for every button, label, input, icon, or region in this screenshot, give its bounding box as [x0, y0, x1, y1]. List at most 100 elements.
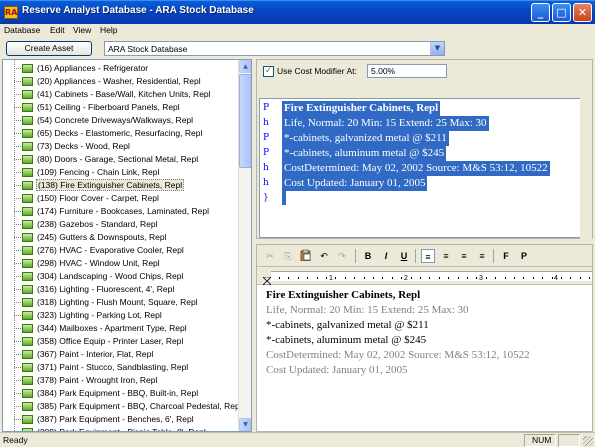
- tree-item[interactable]: (80) Doors - Garage, Sectional Metal, Re…: [3, 153, 240, 166]
- ruler-tick: [373, 277, 374, 279]
- asset-icon: [22, 389, 33, 398]
- cost-modifier-input[interactable]: 5.00%: [367, 64, 447, 78]
- tree-item-label: (65) Decks - Elastomeric, Resurfacing, R…: [37, 128, 203, 138]
- tree-branch-line: [14, 341, 21, 342]
- align-left-icon[interactable]: ≡: [421, 249, 435, 263]
- paste-icon[interactable]: [299, 249, 313, 263]
- tree-item[interactable]: (109) Fencing - Chain Link, Repl: [3, 166, 240, 179]
- tree-item[interactable]: (385) Park Equipment - BBQ, Charcoal Ped…: [3, 400, 242, 413]
- tree-branch-line: [14, 159, 21, 160]
- tree-item-label: (387) Park Equipment - Benches, 6', Repl: [37, 414, 194, 424]
- close-button[interactable]: ✕: [573, 3, 592, 22]
- tree-item[interactable]: (73) Decks - Wood, Repl: [3, 140, 240, 153]
- asset-icon: [22, 259, 33, 268]
- tree-item[interactable]: (150) Floor Cover - Carpet, Repl: [3, 192, 240, 205]
- create-asset-button[interactable]: Create Asset: [6, 41, 92, 56]
- font-button[interactable]: F: [499, 249, 513, 263]
- asset-icon: [22, 116, 33, 125]
- document-body[interactable]: Fire Extinguisher Cabinets, Repl Life, N…: [257, 285, 592, 431]
- cut-icon[interactable]: ✂: [263, 249, 277, 263]
- tree-item[interactable]: (138) Fire Extinguisher Cabinets, Repl: [3, 179, 240, 192]
- tree-item[interactable]: (238) Gazebos - Standard, Repl: [3, 218, 240, 231]
- scroll-thumb[interactable]: [239, 74, 251, 168]
- tree-item[interactable]: (65) Decks - Elastomeric, Resurfacing, R…: [3, 127, 240, 140]
- menu-bar: Database Edit View Help: [0, 24, 595, 38]
- ruler-tick: [589, 277, 590, 279]
- tree-item-label: (385) Park Equipment - BBQ, Charcoal Ped…: [37, 401, 242, 411]
- undo-icon[interactable]: ↶: [317, 249, 331, 263]
- asset-icon: [22, 194, 33, 203]
- asset-icon: [22, 415, 33, 424]
- tree-item[interactable]: (323) Lighting - Parking Lot, Repl: [3, 309, 240, 322]
- tree-item-label: (384) Park Equipment - BBQ, Built-in, Re…: [37, 388, 199, 398]
- toolbar-separator: [493, 249, 494, 263]
- ruler-tick: [580, 277, 581, 279]
- chevron-down-icon[interactable]: ▼: [430, 42, 444, 55]
- ruler-number: 3: [479, 275, 483, 282]
- ruler[interactable]: 1 2 3 4: [257, 267, 592, 285]
- code-view[interactable]: P h P P h h } Fire Extinguisher Cabinets…: [259, 98, 582, 238]
- tree-item[interactable]: (276) HVAC - Evaporative Cooler, Repl: [3, 244, 240, 257]
- menu-edit[interactable]: Edit: [50, 25, 65, 35]
- cost-modifier-checkbox[interactable]: ✓: [263, 66, 274, 77]
- tree-item-label: (16) Appliances - Refrigerator: [37, 63, 149, 73]
- asset-icon: [22, 402, 33, 411]
- tree-item[interactable]: (371) Paint - Stucco, Sandblasting, Repl: [3, 361, 240, 374]
- indent-marker-icon[interactable]: [263, 277, 271, 285]
- menu-database[interactable]: Database: [4, 25, 40, 35]
- code-line: Cost Updated: January 01, 2005: [282, 176, 428, 191]
- tree-branch-line: [14, 302, 21, 303]
- tree-item[interactable]: (344) Mailboxes - Apartment Type, Repl: [3, 322, 240, 335]
- title-bar[interactable]: RA Reserve Analyst Database - ARA Stock …: [0, 0, 595, 24]
- tree-scrollbar[interactable]: ▲ ▼: [238, 60, 251, 431]
- tree-item[interactable]: (20) Appliances - Washer, Residential, R…: [3, 75, 240, 88]
- tree-item[interactable]: (245) Gutters & Downspouts, Repl: [3, 231, 240, 244]
- code-prefix: h: [263, 118, 269, 128]
- tree-item[interactable]: (174) Furniture - Bookcases, Laminated, …: [3, 205, 240, 218]
- italic-button[interactable]: I: [379, 249, 393, 263]
- scroll-down-arrow-icon[interactable]: ▼: [239, 418, 251, 431]
- tree-item[interactable]: (378) Paint - Wrought Iron, Repl: [3, 374, 240, 387]
- minimize-button[interactable]: _: [531, 3, 550, 22]
- redo-icon[interactable]: ↷: [335, 249, 349, 263]
- tree-branch-line: [14, 276, 21, 277]
- align-center-icon[interactable]: ≡: [439, 249, 453, 263]
- menu-view[interactable]: View: [73, 25, 91, 35]
- tree-item[interactable]: (318) Lighting - Flush Mount, Square, Re…: [3, 296, 240, 309]
- toolbar-separator: [415, 249, 416, 263]
- code-scroll-track: [580, 60, 592, 240]
- tree-item[interactable]: (316) Lighting - Fluorescent, 4', Repl: [3, 283, 240, 296]
- tree-item[interactable]: (304) Landscaping - Wood Chips, Repl: [3, 270, 240, 283]
- tree-item[interactable]: (387) Park Equipment - Benches, 6', Repl: [3, 413, 240, 426]
- ruler-tick: [486, 277, 487, 279]
- tree-item[interactable]: (384) Park Equipment - BBQ, Built-in, Re…: [3, 387, 240, 400]
- code-prefix: }: [263, 193, 269, 203]
- tree-item[interactable]: (367) Paint - Interior, Flat, Repl: [3, 348, 240, 361]
- ruler-tick: [476, 277, 477, 279]
- tree-item[interactable]: (51) Ceiling - Fiberboard Panels, Repl: [3, 101, 240, 114]
- maximize-button[interactable]: □: [552, 3, 571, 22]
- cost-modifier-label: Use Cost Modifier At:: [277, 66, 357, 76]
- paragraph-button[interactable]: P: [517, 249, 531, 263]
- tree-item[interactable]: (54) Concrete Driveways/Walkways, Repl: [3, 114, 240, 127]
- code-line: CostDetermined: May 02, 2002 Source: M&S…: [282, 161, 550, 176]
- menu-help[interactable]: Help: [100, 25, 117, 35]
- align-right-icon[interactable]: ≡: [457, 249, 471, 263]
- database-select[interactable]: ARA Stock Database ▼: [104, 41, 445, 56]
- asset-tree[interactable]: (16) Appliances - Refrigerator (20) Appli…: [2, 59, 252, 432]
- scroll-up-arrow-icon[interactable]: ▲: [239, 60, 251, 73]
- tree-item[interactable]: (16) Appliances - Refrigerator: [3, 62, 240, 75]
- ruler-tick: [429, 277, 430, 279]
- asset-icon: [22, 311, 33, 320]
- tree-item[interactable]: (41) Cabinets - Base/Wall, Kitchen Units…: [3, 88, 240, 101]
- bold-button[interactable]: B: [361, 249, 375, 263]
- tree-branch-line: [14, 406, 21, 407]
- tree-branch-line: [14, 146, 21, 147]
- tree-item[interactable]: (358) Office Equip - Printer Laser, Repl: [3, 335, 240, 348]
- underline-button[interactable]: U: [397, 249, 411, 263]
- justify-icon[interactable]: ≡: [475, 249, 489, 263]
- tree-item-label: (150) Floor Cover - Carpet, Repl: [37, 193, 159, 203]
- resize-grip-icon[interactable]: [583, 436, 593, 446]
- tree-item[interactable]: (298) HVAC - Window Unit, Repl: [3, 257, 240, 270]
- copy-icon[interactable]: ⎘: [281, 249, 295, 263]
